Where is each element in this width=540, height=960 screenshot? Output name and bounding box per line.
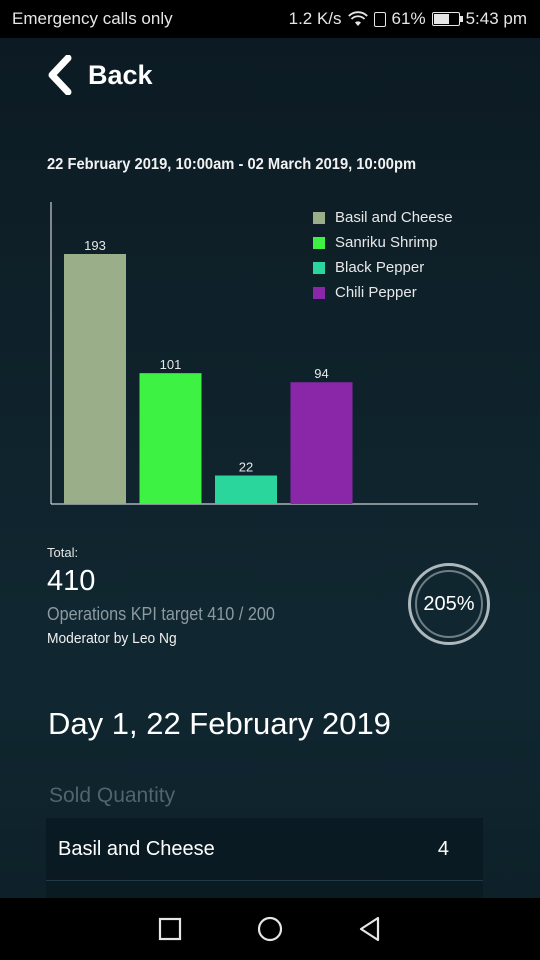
legend-swatch <box>313 211 325 224</box>
date-range: 22 February 2019, 10:00am - 02 March 201… <box>47 156 417 173</box>
nav-back-button[interactable] <box>356 915 384 943</box>
row-product-name: Basil and Cheese <box>58 837 215 860</box>
bar-value-label: 101 <box>160 357 182 372</box>
battery-icon <box>431 12 463 26</box>
legend-swatch <box>313 236 325 249</box>
home-button[interactable] <box>256 915 284 943</box>
kpi-percent: 205% <box>415 570 483 638</box>
row-quantity: 4 <box>437 837 449 860</box>
navigation-bar <box>0 898 540 960</box>
status-bar: Emergency calls only 1.2 K/s 61% 5:43 pm <box>0 0 540 38</box>
chevron-left-icon <box>48 55 72 95</box>
legend-label: Black Pepper <box>335 259 425 276</box>
legend-item: Sanriku Shrimp <box>313 230 453 255</box>
chart-legend: Basil and Cheese Sanriku Shrimp Black Pepp… <box>313 205 453 305</box>
legend-item: Black Pepper <box>313 255 453 280</box>
legend-label: Basil and Cheese <box>335 209 453 226</box>
chart-bar <box>290 382 353 504</box>
bar-value-label: 22 <box>239 460 253 475</box>
bar-value-label: 94 <box>314 366 328 381</box>
legend-swatch <box>313 286 325 299</box>
wifi-icon <box>347 11 368 26</box>
total-value: 410 <box>47 565 96 597</box>
legend-item: Chili Pepper <box>313 280 453 305</box>
legend-item: Basil and Cheese <box>313 205 453 230</box>
sales-bar-chart: 193 101 22 94 Basil and Cheese Sanriku Shrim… <box>45 200 485 510</box>
legend-swatch <box>313 261 325 274</box>
status-icons: 1.2 K/s 61% 5:43 pm <box>289 9 527 29</box>
total-label: Total: <box>47 545 79 560</box>
chart-bar <box>64 254 126 504</box>
recent-apps-button[interactable] <box>156 915 184 943</box>
legend-label: Sanriku Shrimp <box>335 234 438 251</box>
kpi-percent-ring: 205% <box>408 563 490 645</box>
chart-bar <box>139 373 202 504</box>
chart-bar <box>215 475 277 504</box>
clock: 5:43 pm <box>465 9 527 28</box>
day-title: Day 1, 22 February 2019 <box>48 706 391 741</box>
back-label: Back <box>88 59 153 90</box>
sold-quantity-label: Sold Quantity <box>49 784 176 807</box>
back-button[interactable]: Back <box>46 52 153 98</box>
network-speed: 1.2 K/s <box>288 9 342 28</box>
battery-percent: 61% <box>391 9 426 28</box>
table-row[interactable]: Basil and Cheese 4 <box>46 818 483 881</box>
battery-level <box>433 14 450 24</box>
kpi-target-text: Operations KPI target 410 / 200 <box>47 604 275 624</box>
moderator-text: Moderator by Leo Ng <box>47 630 177 647</box>
bar-value-label: 193 <box>84 238 106 253</box>
carrier-text: Emergency calls only <box>12 9 173 28</box>
legend-label: Chili Pepper <box>335 284 417 301</box>
sim-card-icon <box>373 11 386 27</box>
